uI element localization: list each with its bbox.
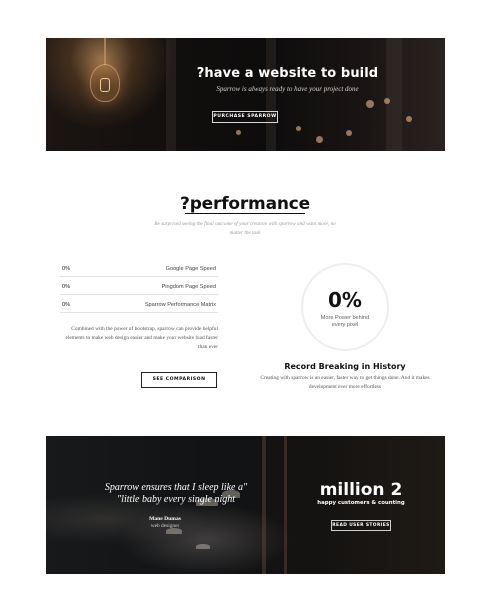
testimonial-author: Mane Dumas <box>149 516 181 522</box>
background-pillar <box>166 38 176 151</box>
bokeh-light <box>384 98 390 104</box>
background-lamp <box>196 544 210 549</box>
hero-title: ?have a website to build <box>196 66 379 81</box>
testimonial-role: web designer <box>150 523 180 529</box>
hero-subtitle: Sparrow is always ready to have your pro… <box>216 85 359 93</box>
lamp-cord <box>104 38 106 65</box>
performance-title: ?performance <box>180 194 310 214</box>
background-pillar <box>266 38 276 151</box>
bokeh-light <box>296 126 301 131</box>
customers-stat-value: million 2 <box>319 480 403 500</box>
testimonial-banner: Sparrow ensures that I sleep like a" "lit… <box>46 436 445 574</box>
metric-row-sparrow: 0% Sparrow Performance Matrix <box>60 299 218 313</box>
hero-banner: ?have a website to build Sparrow is alwa… <box>46 38 445 151</box>
bokeh-light <box>236 130 241 135</box>
background-beam <box>262 436 266 574</box>
read-user-stories-button[interactable]: READ USER STORIES <box>331 520 391 531</box>
metric-value: 0% <box>62 266 71 272</box>
metric-row-pingdom: 0% Pingdom Page Speed <box>60 281 218 295</box>
bokeh-light <box>406 116 412 122</box>
metric-value: 0% <box>62 284 71 290</box>
performance-subtitle: Be surprised seeing the final outcome of… <box>154 221 336 236</box>
customers-stat-label: happy customers & counting <box>317 500 405 506</box>
bokeh-light <box>346 130 352 136</box>
background-pillar <box>386 38 402 151</box>
bokeh-light <box>366 100 374 108</box>
power-circle-label: More Power behind every pixel <box>320 315 370 328</box>
metric-label: Sparrow Performance Matrix <box>144 302 216 308</box>
performance-description: Combined with the power of bootstrap, sp… <box>65 326 218 350</box>
record-title: Record Breaking in History <box>284 362 406 371</box>
testimonial-quote: Sparrow ensures that I sleep like a" "lit… <box>104 482 248 505</box>
metric-value: 0% <box>62 302 71 308</box>
metric-label: Google Page Speed <box>165 266 216 272</box>
title-underline <box>185 213 305 214</box>
bokeh-light <box>316 136 323 143</box>
metric-row-google: 0% Google Page Speed <box>60 263 218 277</box>
background-beam <box>284 436 287 574</box>
record-description: Creating with sparrow is an easier, fast… <box>260 375 430 390</box>
power-circle-value: 0% <box>328 288 362 312</box>
metric-label: Pingdom Page Speed <box>161 284 216 290</box>
see-comparison-button[interactable]: SEE COMPARISON <box>141 372 217 388</box>
purchase-button[interactable]: PURCHASE SPARROW <box>212 111 278 123</box>
